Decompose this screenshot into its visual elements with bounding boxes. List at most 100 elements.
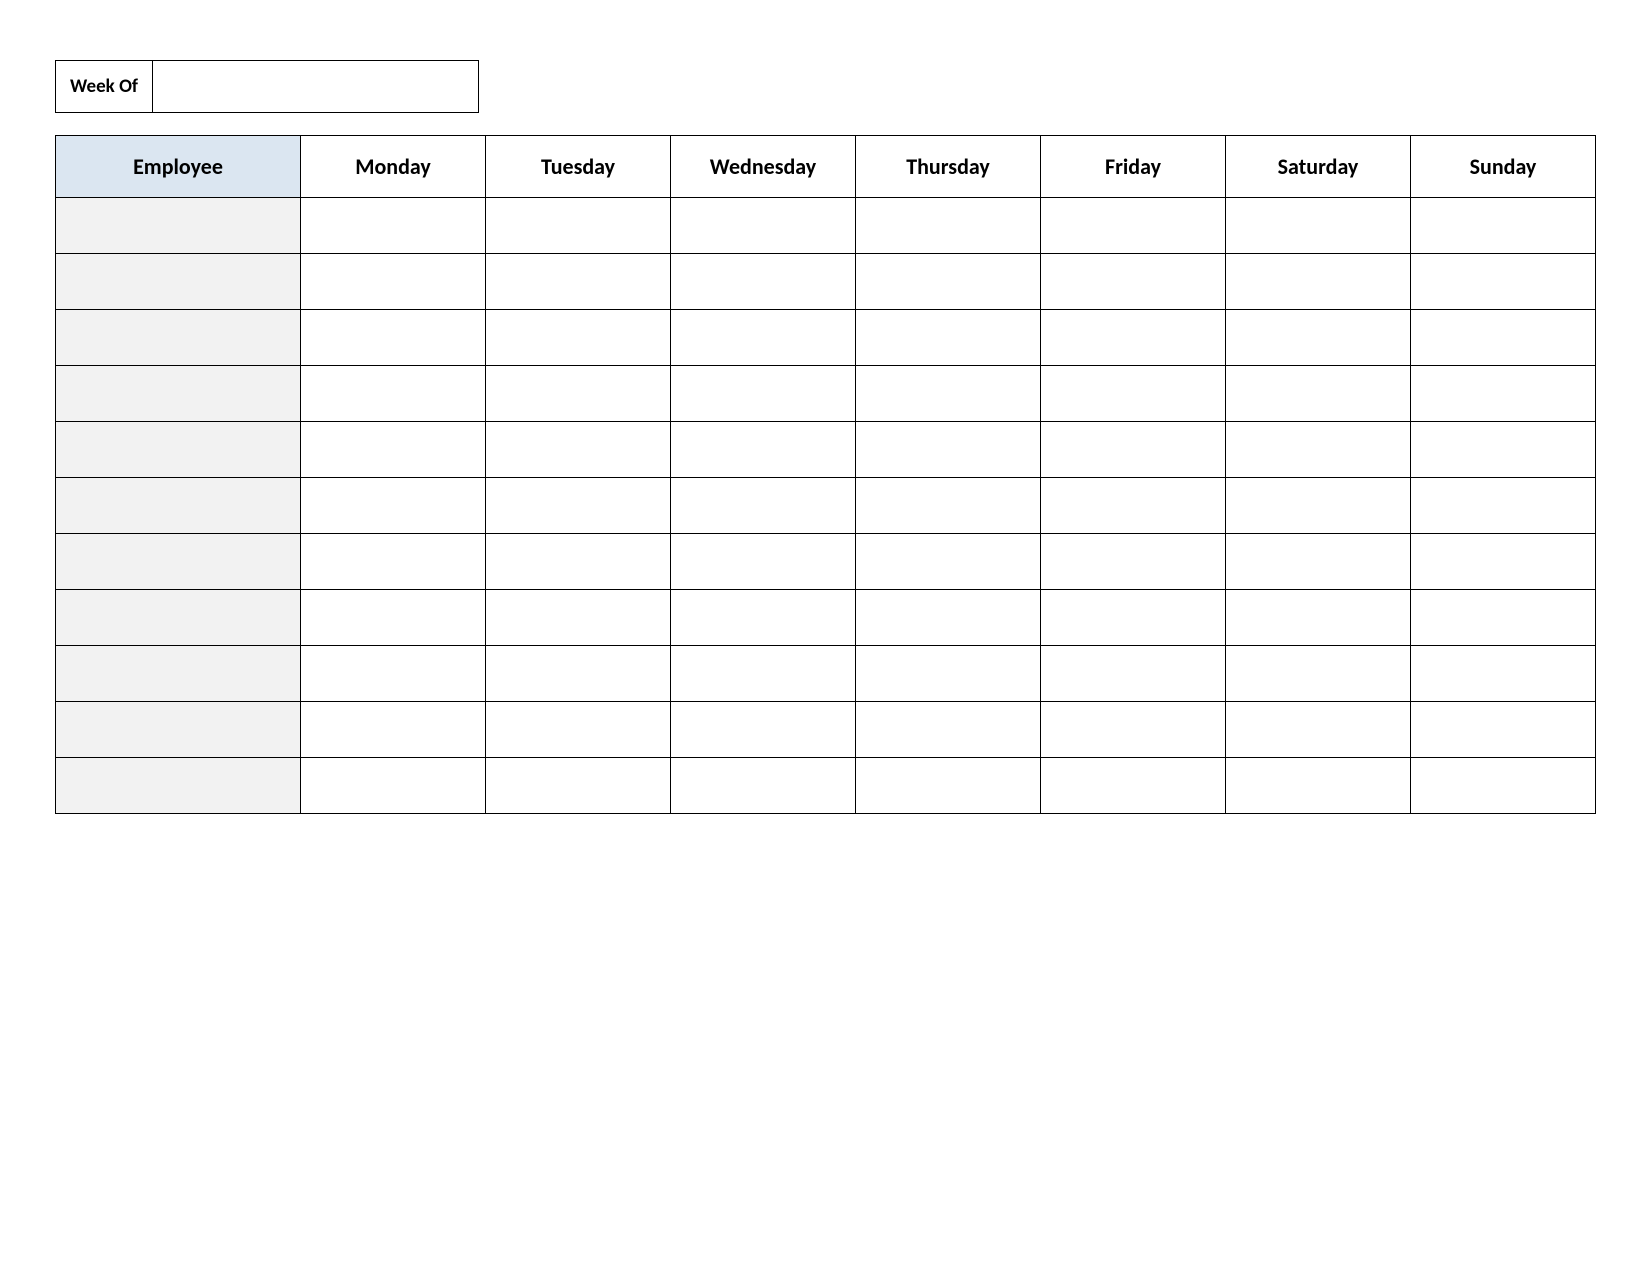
cell-day[interactable] — [301, 702, 486, 758]
cell-day[interactable] — [1226, 758, 1411, 814]
cell-employee[interactable] — [56, 646, 301, 702]
cell-day[interactable] — [856, 254, 1041, 310]
cell-day[interactable] — [301, 758, 486, 814]
cell-employee[interactable] — [56, 366, 301, 422]
cell-day[interactable] — [1226, 198, 1411, 254]
cell-employee[interactable] — [56, 254, 301, 310]
cell-day[interactable] — [671, 534, 856, 590]
cell-day[interactable] — [1041, 198, 1226, 254]
cell-day[interactable] — [486, 534, 671, 590]
cell-day[interactable] — [856, 590, 1041, 646]
cell-day[interactable] — [486, 422, 671, 478]
cell-day[interactable] — [1411, 758, 1596, 814]
cell-day[interactable] — [671, 478, 856, 534]
cell-day[interactable] — [486, 310, 671, 366]
col-header-saturday: Saturday — [1226, 136, 1411, 198]
cell-day[interactable] — [486, 478, 671, 534]
cell-day[interactable] — [301, 646, 486, 702]
cell-day[interactable] — [301, 366, 486, 422]
cell-day[interactable] — [1041, 702, 1226, 758]
cell-day[interactable] — [1226, 366, 1411, 422]
cell-day[interactable] — [1041, 366, 1226, 422]
cell-day[interactable] — [856, 534, 1041, 590]
cell-day[interactable] — [671, 758, 856, 814]
cell-day[interactable] — [486, 366, 671, 422]
cell-day[interactable] — [301, 478, 486, 534]
cell-day[interactable] — [1226, 590, 1411, 646]
cell-employee[interactable] — [56, 590, 301, 646]
cell-day[interactable] — [671, 198, 856, 254]
cell-day[interactable] — [671, 590, 856, 646]
week-of-value[interactable] — [153, 61, 478, 112]
cell-day[interactable] — [856, 646, 1041, 702]
table-row — [56, 366, 1596, 422]
cell-day[interactable] — [671, 254, 856, 310]
cell-day[interactable] — [1041, 478, 1226, 534]
cell-employee[interactable] — [56, 310, 301, 366]
cell-day[interactable] — [301, 422, 486, 478]
cell-day[interactable] — [1041, 310, 1226, 366]
cell-day[interactable] — [1041, 422, 1226, 478]
cell-day[interactable] — [1226, 702, 1411, 758]
cell-day[interactable] — [856, 310, 1041, 366]
cell-day[interactable] — [1041, 534, 1226, 590]
cell-day[interactable] — [856, 758, 1041, 814]
cell-day[interactable] — [671, 646, 856, 702]
cell-day[interactable] — [1411, 478, 1596, 534]
week-of-label: Week Of — [56, 61, 153, 112]
cell-day[interactable] — [1226, 254, 1411, 310]
cell-day[interactable] — [1411, 254, 1596, 310]
col-header-sunday: Sunday — [1411, 136, 1596, 198]
cell-day[interactable] — [1411, 310, 1596, 366]
cell-day[interactable] — [1041, 646, 1226, 702]
cell-day[interactable] — [856, 198, 1041, 254]
cell-day[interactable] — [486, 198, 671, 254]
cell-day[interactable] — [1041, 758, 1226, 814]
table-row — [56, 758, 1596, 814]
cell-day[interactable] — [671, 366, 856, 422]
cell-day[interactable] — [486, 758, 671, 814]
cell-day[interactable] — [301, 198, 486, 254]
cell-day[interactable] — [1226, 478, 1411, 534]
cell-day[interactable] — [1411, 702, 1596, 758]
cell-day[interactable] — [486, 702, 671, 758]
cell-employee[interactable] — [56, 534, 301, 590]
cell-day[interactable] — [1226, 646, 1411, 702]
cell-day[interactable] — [1226, 534, 1411, 590]
table-row — [56, 198, 1596, 254]
cell-day[interactable] — [856, 702, 1041, 758]
cell-day[interactable] — [486, 254, 671, 310]
col-header-employee: Employee — [56, 136, 301, 198]
cell-day[interactable] — [671, 422, 856, 478]
cell-employee[interactable] — [56, 198, 301, 254]
cell-day[interactable] — [1041, 590, 1226, 646]
cell-day[interactable] — [486, 590, 671, 646]
cell-day[interactable] — [856, 478, 1041, 534]
cell-day[interactable] — [856, 422, 1041, 478]
cell-day[interactable] — [301, 590, 486, 646]
cell-employee[interactable] — [56, 422, 301, 478]
cell-day[interactable] — [301, 310, 486, 366]
cell-day[interactable] — [1411, 366, 1596, 422]
cell-day[interactable] — [301, 534, 486, 590]
cell-day[interactable] — [1411, 646, 1596, 702]
cell-day[interactable] — [1411, 422, 1596, 478]
cell-employee[interactable] — [56, 702, 301, 758]
cell-day[interactable] — [1041, 254, 1226, 310]
cell-day[interactable] — [671, 702, 856, 758]
cell-employee[interactable] — [56, 758, 301, 814]
cell-day[interactable] — [486, 646, 671, 702]
cell-day[interactable] — [1411, 590, 1596, 646]
week-of-box: Week Of — [55, 60, 479, 113]
table-row — [56, 590, 1596, 646]
cell-day[interactable] — [1226, 422, 1411, 478]
cell-day[interactable] — [856, 366, 1041, 422]
cell-day[interactable] — [1411, 534, 1596, 590]
col-header-wednesday: Wednesday — [671, 136, 856, 198]
cell-day[interactable] — [1411, 198, 1596, 254]
table-row — [56, 702, 1596, 758]
cell-day[interactable] — [301, 254, 486, 310]
cell-day[interactable] — [1226, 310, 1411, 366]
cell-day[interactable] — [671, 310, 856, 366]
cell-employee[interactable] — [56, 478, 301, 534]
